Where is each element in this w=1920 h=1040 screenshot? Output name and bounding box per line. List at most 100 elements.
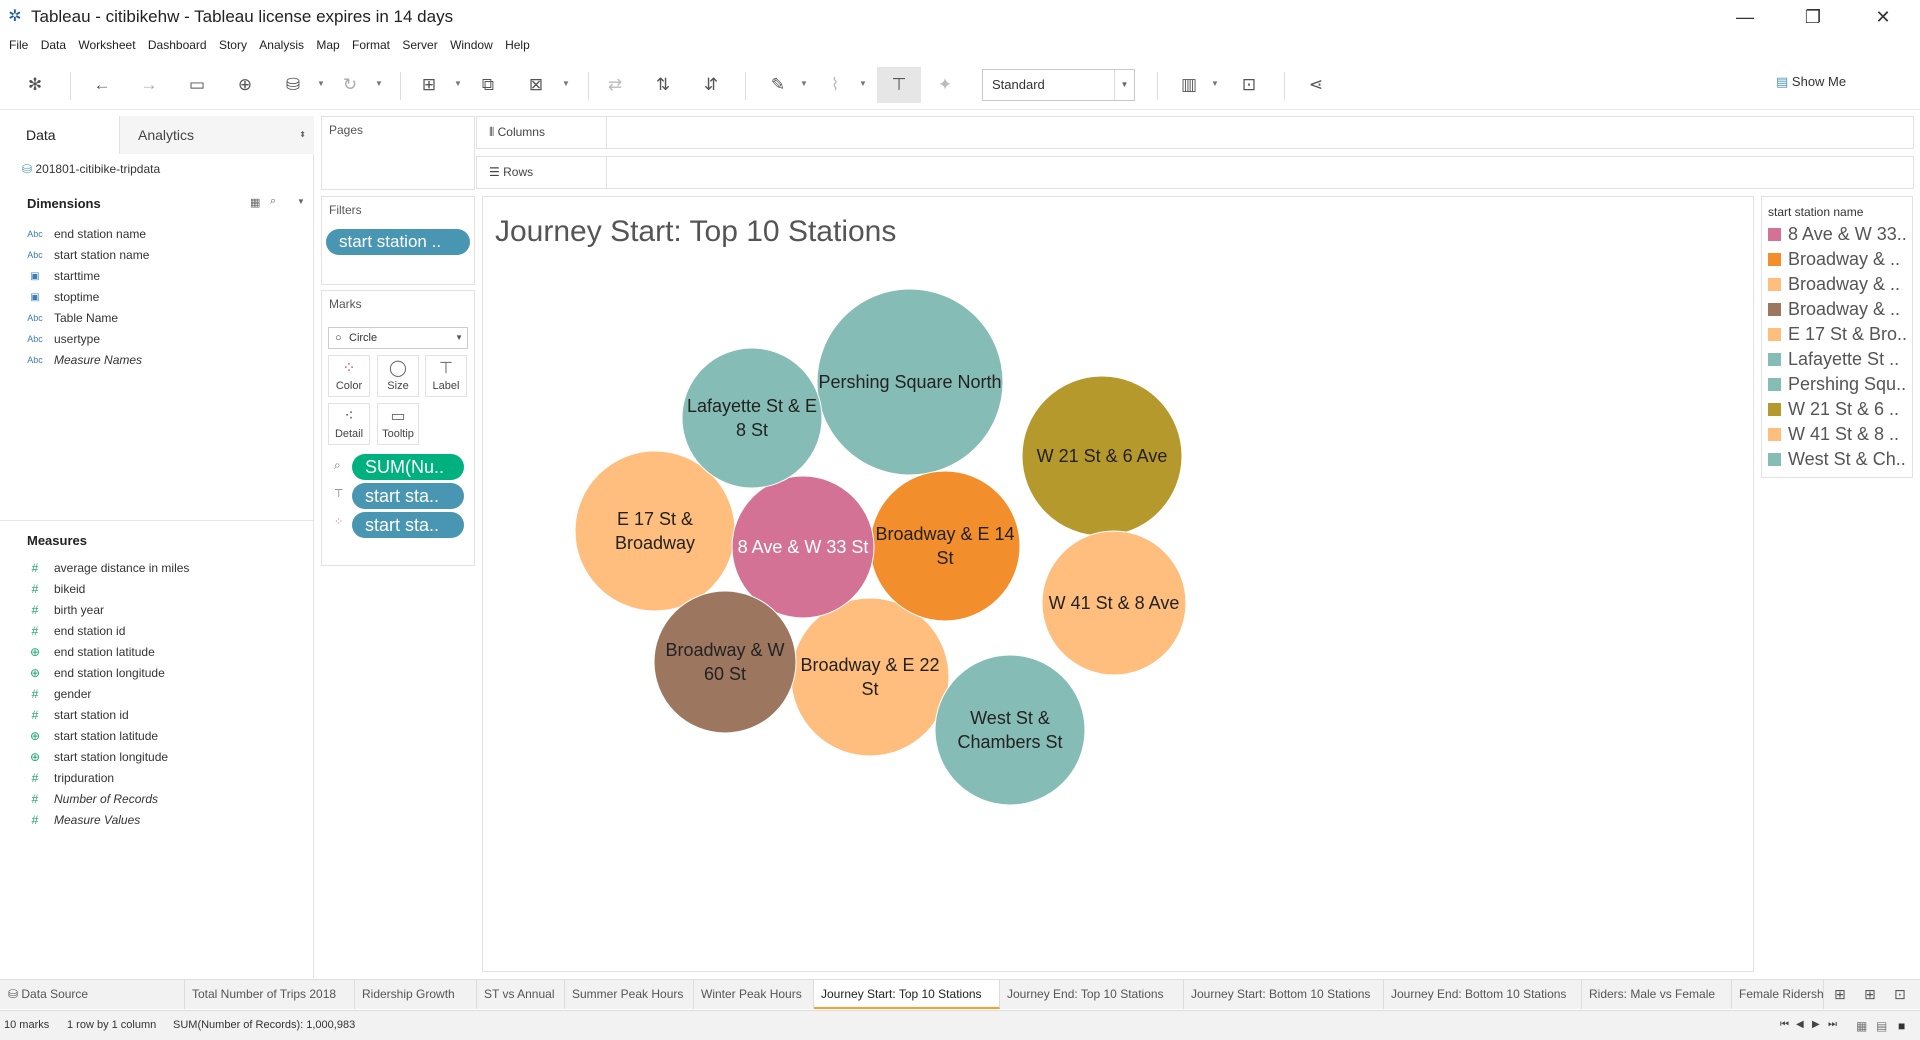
new-story-icon[interactable]: ⊡	[1894, 986, 1906, 1003]
measure-field[interactable]: # gender	[0, 684, 300, 705]
new-worksheet-icon[interactable]: ⊞	[1834, 986, 1846, 1003]
legend-item[interactable]: W 41 St & 8 ..	[1768, 422, 1914, 447]
close-icon[interactable]: ✕	[1854, 0, 1912, 34]
chevron-down-icon[interactable]: ▼	[453, 74, 463, 94]
fit-select[interactable]: Standard ▼	[982, 69, 1135, 101]
sheet-tab[interactable]: Female Ridershi	[1732, 980, 1824, 1009]
swap-rows-columns-icon[interactable]: ⇄	[602, 72, 628, 98]
filter-pill-start-station[interactable]: start station ..	[326, 229, 470, 255]
clear-sheet-icon[interactable]: ⊠	[523, 72, 549, 98]
restore-icon[interactable]: ❐	[1784, 0, 1842, 34]
dimension-field[interactable]: Abc Table Name	[0, 308, 300, 329]
detail-button[interactable]: ⁖ Detail	[328, 403, 370, 445]
last-page-icon[interactable]: ⏭	[1828, 1019, 1837, 1030]
highlight-icon[interactable]: ✎	[765, 72, 791, 98]
legend-item[interactable]: West St & Ch..	[1768, 447, 1914, 472]
sheet-tab[interactable]: Journey End: Top 10 Stations	[1000, 980, 1184, 1009]
bubble-mark[interactable]: West St & Chambers St	[934, 654, 1086, 806]
chevron-down-icon[interactable]: ▼	[561, 74, 571, 94]
sort-ascending-icon[interactable]: ⇅	[650, 72, 676, 98]
measure-field[interactable]: # birth year	[0, 600, 300, 621]
menu-window[interactable]: Window	[441, 34, 493, 56]
undo-icon[interactable]: ←	[89, 72, 115, 98]
datasource-item[interactable]: ⛁ 201801-citibike-tripdata	[22, 162, 160, 176]
sheet-tab[interactable]: Journey End: Bottom 10 Stations	[1384, 980, 1582, 1009]
chevron-down-icon[interactable]: ▼	[1210, 74, 1220, 94]
pin-axes-icon[interactable]: ✦	[932, 72, 958, 98]
sheet-tab[interactable]: Journey Start: Bottom 10 Stations	[1184, 980, 1384, 1009]
marks-pill-color[interactable]: start sta..	[352, 512, 464, 538]
bubble-circle[interactable]	[681, 347, 823, 489]
tab-data[interactable]: Data	[0, 116, 120, 154]
label-button[interactable]: ⊤ Label	[425, 355, 467, 397]
dimension-field[interactable]: ▣ stoptime	[0, 287, 300, 308]
bubble-mark[interactable]: Pershing Square North	[816, 288, 1004, 476]
measure-field[interactable]: ⊕ end station latitude	[0, 642, 300, 663]
legend-item[interactable]: W 21 St & 6 ..	[1768, 397, 1914, 422]
menu-dashboard[interactable]: Dashboard	[139, 34, 207, 56]
redo-icon[interactable]: →	[136, 72, 162, 98]
sheet-tab[interactable]: Riders: Male vs Female	[1582, 980, 1732, 1009]
prev-page-icon[interactable]: ◀	[1796, 1019, 1804, 1030]
refresh-icon[interactable]: ↻	[337, 72, 363, 98]
dimension-field[interactable]: ▣ starttime	[0, 266, 300, 287]
size-button[interactable]: ◯ Size	[377, 355, 419, 397]
sheet-tab[interactable]: Summer Peak Hours	[565, 980, 694, 1009]
bubble-mark[interactable]: Broadway & W 60 St	[653, 590, 797, 734]
dimension-field[interactable]: Abc end station name	[0, 224, 300, 245]
menu-help[interactable]: Help	[496, 34, 530, 56]
measure-field[interactable]: # average distance in miles	[0, 558, 300, 579]
bubble-mark[interactable]: W 21 St & 6 Ave	[1021, 375, 1183, 537]
pages-shelf[interactable]: Pages	[321, 116, 475, 190]
duplicate-sheet-icon[interactable]: ⧉	[475, 72, 501, 98]
sheet-sorter-icon[interactable]: ▦	[1856, 1019, 1867, 1033]
bubble-mark[interactable]: Broadway & E 14 St	[869, 470, 1021, 622]
measure-field[interactable]: # tripduration	[0, 768, 300, 789]
chevron-down-icon[interactable]: ▼	[799, 74, 809, 94]
bubble-circle[interactable]	[653, 590, 797, 734]
pause-updates-icon[interactable]: ⛁	[280, 72, 306, 98]
marks-pill-size[interactable]: SUM(Nu..	[352, 454, 464, 480]
marks-pill-label[interactable]: start sta..	[352, 483, 464, 509]
bubble-mark[interactable]: W 41 St & 8 Ave	[1041, 530, 1187, 676]
filters-shelf[interactable]: Filters start station ..	[321, 196, 475, 285]
sheet-tab[interactable]: ST vs Annual	[477, 980, 565, 1009]
legend-item[interactable]: Broadway & ..	[1768, 247, 1914, 272]
legend-item[interactable]: E 17 St & Bro..	[1768, 322, 1914, 347]
show-me-button[interactable]: ▤ Show Me	[1776, 74, 1846, 90]
menu-analysis[interactable]: Analysis	[250, 34, 304, 56]
legend-item[interactable]: Pershing Squ..	[1768, 372, 1914, 397]
sheet-tab[interactable]: Ridership Growth	[355, 980, 477, 1009]
sheet-tab[interactable]: Journey Start: Top 10 Stations	[814, 980, 1000, 1009]
measure-field[interactable]: ⊕ end station longitude	[0, 663, 300, 684]
tooltip-button[interactable]: ▭ Tooltip	[377, 403, 419, 445]
next-page-icon[interactable]: ▶	[1812, 1019, 1820, 1030]
tableau-home-icon[interactable]: ✻	[22, 72, 48, 98]
sheet-tab[interactable]: Total Number of Trips 2018	[185, 980, 355, 1009]
tab-analytics[interactable]: Analytics ⬍	[120, 116, 314, 154]
measure-field[interactable]: # Number of Records	[0, 789, 300, 810]
minimize-icon[interactable]: —	[1716, 0, 1774, 34]
new-datasource-icon[interactable]: ⊕	[232, 72, 258, 98]
bubble-circle[interactable]	[869, 470, 1021, 622]
new-dashboard-icon[interactable]: ⊞	[1864, 986, 1876, 1003]
group-members-icon[interactable]: ⌇	[822, 72, 848, 98]
viz-canvas[interactable]: Journey Start: Top 10 Stations Pershing …	[482, 196, 1754, 972]
mark-type-select[interactable]: ○ Circle ▼	[328, 327, 468, 349]
first-page-icon[interactable]: ⏮	[1780, 1019, 1789, 1030]
measure-field[interactable]: ⊕ start station longitude	[0, 747, 300, 768]
measure-field[interactable]: # start station id	[0, 705, 300, 726]
color-button[interactable]: ⁘ Color	[328, 355, 370, 397]
bubble-mark[interactable]: Broadway & E 22 St	[790, 597, 950, 757]
rows-shelf[interactable]: ☰ Rows	[476, 156, 1914, 189]
measure-field[interactable]: # end station id	[0, 621, 300, 642]
bubble-circle[interactable]	[934, 654, 1086, 806]
columns-shelf[interactable]: ⦀ Columns	[476, 116, 1914, 149]
new-worksheet-icon[interactable]: ⊞	[416, 72, 442, 98]
show-cards-icon[interactable]: ▥	[1176, 72, 1202, 98]
chevron-down-icon[interactable]: ▼	[297, 197, 305, 206]
view-toggle-icon[interactable]: ▦	[250, 196, 260, 209]
dimension-field[interactable]: Abc Measure Names	[0, 350, 300, 371]
chevron-down-icon[interactable]: ▼	[374, 74, 384, 94]
chevron-down-icon[interactable]: ▼	[858, 74, 868, 94]
